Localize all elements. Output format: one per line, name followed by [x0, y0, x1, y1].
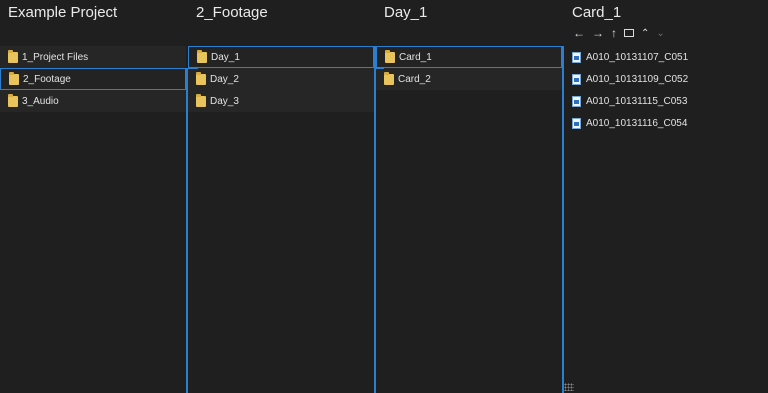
item-label: 3_Audio — [22, 95, 59, 107]
selection-connector — [186, 68, 198, 69]
file-list: Day_1 Day_2 Day_3 — [188, 46, 374, 112]
list-item-card-2[interactable]: Card_2 — [376, 68, 562, 90]
list-item-day-1[interactable]: Day_1 — [188, 46, 374, 68]
selection-connector — [374, 68, 384, 69]
list-item-day-3[interactable]: Day_3 — [188, 90, 374, 112]
list-item-footage[interactable]: 2_Footage — [0, 68, 186, 90]
item-label: A010_10131116_C054 — [586, 117, 688, 129]
selection-connector — [374, 46, 384, 47]
column-divider[interactable] — [374, 0, 376, 393]
list-item-file-c051[interactable]: A010_10131107_C051 — [564, 46, 768, 68]
item-label: Day_1 — [211, 51, 240, 63]
folder-icon — [196, 71, 206, 85]
folder-icon — [196, 93, 206, 107]
folder-icon — [9, 71, 19, 85]
item-label: Card_2 — [398, 73, 431, 85]
column-title: Day_1 — [384, 4, 428, 21]
column-example-project: Example Project 1_Project Files 2_Footag… — [0, 0, 186, 393]
up-arrow-icon[interactable]: ↑ — [611, 26, 617, 40]
file-icon — [572, 95, 581, 107]
column-title: Example Project — [8, 4, 118, 21]
file-list: Card_1 Card_2 — [376, 46, 562, 90]
folder-icon — [385, 49, 395, 63]
list-item-project-files[interactable]: 1_Project Files — [0, 46, 186, 68]
resize-grip-icon[interactable] — [564, 383, 574, 391]
file-list: A010_10131107_C051 A010_10131109_C052 A0… — [564, 46, 768, 134]
column-card-1: Card_1 ← → ↑ ⌃ ⌄ A010_10131107_C051 A010… — [564, 0, 768, 393]
column-day-1: Day_1 Card_1 Card_2 — [376, 0, 562, 393]
navigation-toolbar: ← → ↑ ⌃ ⌄ — [573, 26, 665, 40]
list-item-file-c053[interactable]: A010_10131115_C053 — [564, 90, 768, 112]
folder-icon — [197, 49, 207, 63]
column-footage: 2_Footage Day_1 Day_2 Day_3 — [188, 0, 374, 393]
list-item-audio[interactable]: 3_Audio — [0, 90, 186, 112]
file-icon — [572, 51, 581, 63]
back-arrow-icon[interactable]: ← — [573, 26, 585, 40]
folder-view-icon[interactable] — [624, 29, 634, 37]
column-divider[interactable] — [186, 0, 188, 393]
list-item-card-1[interactable]: Card_1 — [376, 46, 562, 68]
file-icon — [572, 73, 581, 85]
item-label: Card_1 — [399, 51, 432, 63]
folder-icon — [8, 93, 18, 107]
item-label: Day_3 — [210, 95, 239, 107]
item-label: Day_2 — [210, 73, 239, 85]
list-item-file-c052[interactable]: A010_10131109_C052 — [564, 68, 768, 90]
list-item-file-c054[interactable]: A010_10131116_C054 — [564, 112, 768, 134]
list-item-day-2[interactable]: Day_2 — [188, 68, 374, 90]
item-label: 1_Project Files — [22, 51, 89, 63]
folder-icon — [384, 71, 394, 85]
item-label: 2_Footage — [23, 73, 71, 85]
item-label: A010_10131109_C052 — [586, 73, 689, 85]
column-title: Card_1 — [572, 4, 622, 21]
file-list: 1_Project Files 2_Footage 3_Audio — [0, 46, 186, 112]
folder-icon — [8, 49, 18, 63]
file-icon — [572, 117, 581, 129]
chevron-down-icon[interactable]: ⌄ — [656, 28, 664, 39]
selection-connector — [562, 68, 564, 69]
column-title: 2_Footage — [196, 4, 268, 21]
column-divider[interactable] — [562, 0, 564, 393]
forward-arrow-icon[interactable]: → — [592, 26, 604, 40]
item-label: A010_10131115_C053 — [586, 95, 688, 107]
chevron-up-icon[interactable]: ⌃ — [641, 28, 649, 39]
item-label: A010_10131107_C051 — [586, 51, 689, 63]
